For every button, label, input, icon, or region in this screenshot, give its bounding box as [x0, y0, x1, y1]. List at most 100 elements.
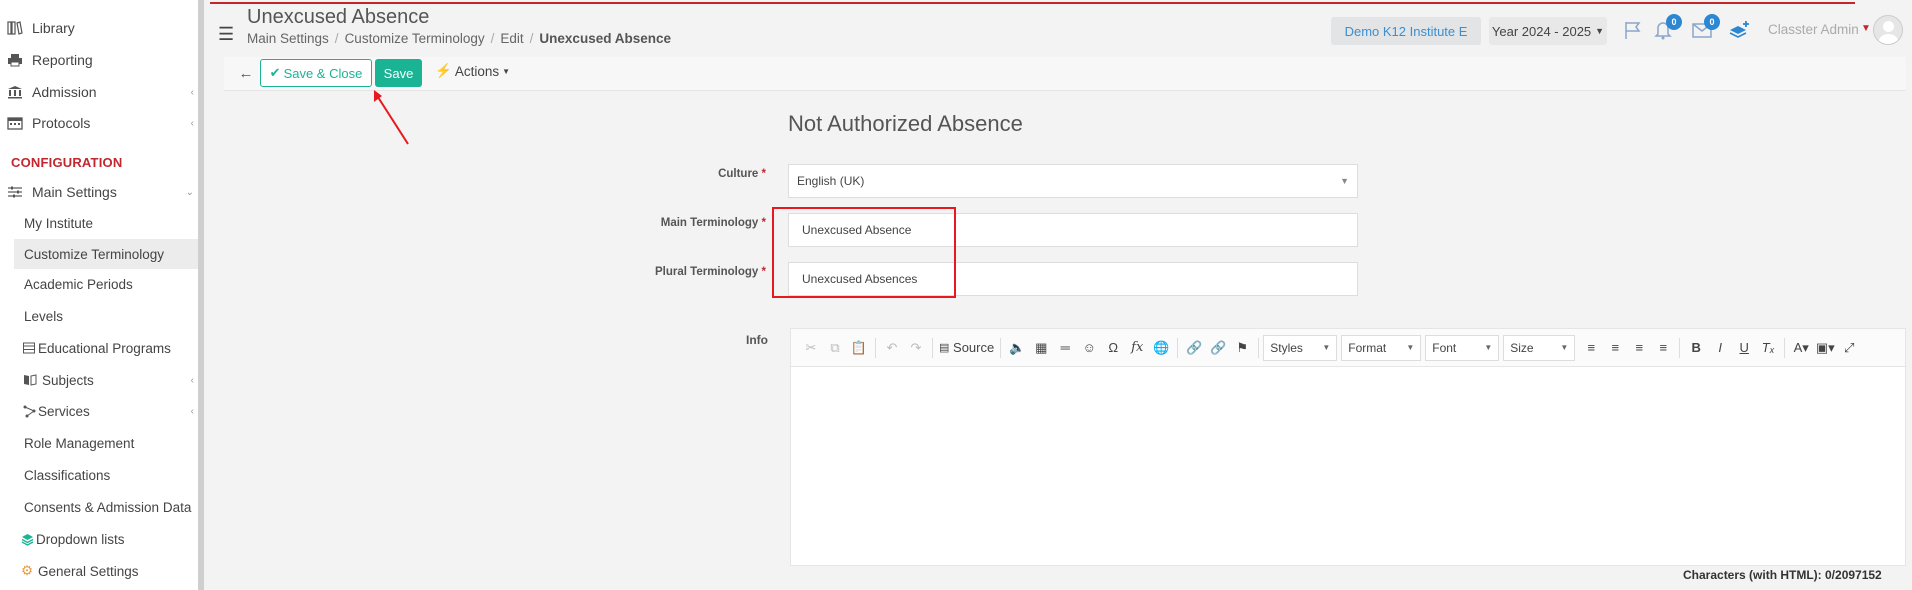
sidebar-item-label: Educational Programs [38, 340, 171, 356]
save-close-button[interactable]: ✔ Save & Close [260, 59, 372, 87]
sidebar-item-customize-terminology[interactable]: Customize Terminology [14, 239, 200, 269]
chevron-left-icon: ‹ [190, 374, 194, 386]
sidebar-item-protocols[interactable]: Protocols ‹ [0, 108, 196, 138]
align-left-icon[interactable]: ≡ [1579, 336, 1603, 360]
maximize-icon[interactable]: ⤢ [1837, 336, 1861, 360]
sidebar-item-educational-programs[interactable]: Educational Programs [0, 333, 196, 363]
culture-select[interactable]: English (UK) ▼ [788, 164, 1358, 198]
sidebar-item-label: Dropdown lists [36, 531, 125, 547]
sidebar-item-subjects[interactable]: Subjects ‹ [0, 365, 196, 395]
main-terminology-label-text: Main Terminology [660, 217, 759, 229]
align-right-icon[interactable]: ≡ [1627, 336, 1651, 360]
align-center-icon[interactable]: ≡ [1603, 336, 1627, 360]
save-button[interactable]: Save [375, 59, 422, 87]
sidebar-item-label: Subjects [42, 372, 94, 388]
horizontal-line-icon[interactable]: ═ [1053, 336, 1077, 360]
unlink-icon[interactable]: 🔗 [1206, 336, 1230, 360]
underline-icon[interactable]: U [1732, 336, 1756, 360]
plural-terminology-label-text: Plural Terminology [655, 266, 759, 278]
sidebar-item-general-settings[interactable]: ⚙ General Settings [0, 556, 196, 586]
caret-down-icon: ▼ [1406, 343, 1415, 352]
menu-toggle-icon[interactable]: ☰ [218, 24, 234, 45]
copy-icon[interactable]: ⧉ [823, 336, 847, 360]
remove-format-icon[interactable]: Tₓ [1756, 336, 1780, 360]
redo-icon[interactable]: ↷ [904, 336, 928, 360]
breadcrumb-item[interactable]: Edit [500, 31, 523, 46]
caret-down-icon[interactable]: ▼ [1861, 23, 1871, 34]
table-icon[interactable]: ▦ [1029, 336, 1053, 360]
culture-select-value: English (UK) [797, 174, 865, 188]
calendar-grid-icon [6, 115, 24, 131]
year-selector-label: Year 2024 - 2025 [1491, 23, 1592, 39]
toolbar-separator [1000, 337, 1002, 358]
size-dropdown[interactable]: Size ▼ [1503, 334, 1576, 361]
sidebar-item-classifications[interactable]: Classifications [0, 460, 196, 490]
year-selector[interactable]: Year 2024 - 2025 ▼ [1489, 17, 1607, 45]
gear-icon: ⚙ [20, 563, 34, 578]
breadcrumb-current: Unexcused Absence [539, 31, 671, 46]
required-marker: * [761, 168, 766, 180]
layers-icon [20, 531, 34, 547]
sidebar-section-configuration: CONFIGURATION [11, 155, 123, 170]
actions-label: Actions [454, 63, 500, 79]
avatar[interactable] [1873, 15, 1903, 45]
breadcrumb-item[interactable]: Main Settings [247, 31, 329, 46]
speaker-icon[interactable]: 🔈 [1005, 336, 1029, 360]
bold-icon[interactable]: B [1684, 336, 1708, 360]
top-accent-line [210, 2, 1855, 4]
sidebar-item-my-institute[interactable]: My Institute [0, 208, 196, 238]
anchor-flag-icon[interactable]: ⚑ [1230, 336, 1254, 360]
sidebar-item-admission[interactable]: Admission ‹ [0, 77, 196, 107]
styles-dropdown[interactable]: Styles ▼ [1263, 334, 1338, 361]
breadcrumb-item[interactable]: Customize Terminology [345, 31, 485, 46]
institute-selector[interactable]: Demo K12 Institute E [1331, 17, 1481, 45]
sidebar-item-library[interactable]: Library [0, 13, 196, 43]
annotation-highlight-box [772, 207, 956, 298]
layers-plus-icon[interactable] [1728, 18, 1752, 42]
smiley-icon[interactable]: ☺ [1077, 336, 1101, 360]
source-button[interactable]: ▤ Source [937, 336, 996, 360]
sidebar-item-label: Admission [32, 84, 97, 100]
printer-icon [6, 52, 24, 68]
text-color-icon[interactable]: A▾ [1789, 336, 1813, 360]
sidebar-item-label: Protocols [32, 115, 91, 131]
link-icon[interactable]: 🔗 [1182, 336, 1206, 360]
sidebar-item-role-management[interactable]: Role Management [0, 428, 196, 458]
sidebar-item-dropdown-lists[interactable]: Dropdown lists [0, 524, 196, 554]
sidebar-item-consents[interactable]: Consents & Admission Data [0, 492, 196, 522]
sidebar-item-services[interactable]: Services ‹ [0, 396, 196, 426]
italic-icon[interactable]: I [1708, 336, 1732, 360]
formula-icon[interactable]: fx [1125, 336, 1149, 360]
globe-icon[interactable]: 🌐 [1149, 336, 1173, 360]
book-open-icon [22, 372, 38, 388]
flag-icon[interactable] [1621, 18, 1645, 42]
caret-down-icon: ▼ [1484, 343, 1493, 352]
paste-icon[interactable]: 📋 [847, 336, 871, 360]
sidebar-item-levels[interactable]: Levels [0, 301, 196, 331]
font-dropdown[interactable]: Font ▼ [1425, 334, 1500, 361]
app-root: Library Reporting Admission ‹ Protocols … [0, 0, 1912, 590]
sidebar-scrollbar[interactable] [198, 0, 204, 590]
chevron-left-icon: ‹ [190, 405, 194, 417]
books-icon [6, 20, 24, 36]
info-label: Info [746, 333, 768, 347]
sidebar-item-main-settings[interactable]: Main Settings ⌄ [0, 177, 196, 207]
sidebar-item-academic-periods[interactable]: Academic Periods [0, 269, 196, 299]
breadcrumb-separator: / [490, 31, 495, 46]
cut-icon[interactable]: ✂ [799, 336, 823, 360]
culture-label: Culture * [586, 168, 766, 180]
sidebar-item-label: Reporting [32, 52, 93, 68]
user-menu[interactable]: Classter Admin [1768, 22, 1859, 37]
actions-dropdown[interactable]: ⚡ Actions ▼ [435, 63, 510, 79]
sidebar-item-label: My Institute [24, 215, 94, 231]
form-title: Not Authorized Absence [788, 111, 1023, 136]
format-dropdown[interactable]: Format ▼ [1341, 334, 1422, 361]
notifications-badge: 0 [1666, 14, 1682, 30]
info-editor[interactable]: ✂ ⧉ 📋 ↶ ↷ ▤ Source 🔈 ▦ ═ ☺ Ω fx 🌐 🔗 🔗 ⚑ … [790, 328, 1906, 566]
align-justify-icon[interactable]: ≡ [1651, 336, 1675, 360]
background-color-icon[interactable]: ▣▾ [1813, 336, 1837, 360]
sidebar-item-reporting[interactable]: Reporting [0, 45, 196, 75]
omega-icon[interactable]: Ω [1101, 336, 1125, 360]
back-arrow-icon[interactable]: ← [236, 62, 256, 84]
undo-icon[interactable]: ↶ [880, 336, 904, 360]
